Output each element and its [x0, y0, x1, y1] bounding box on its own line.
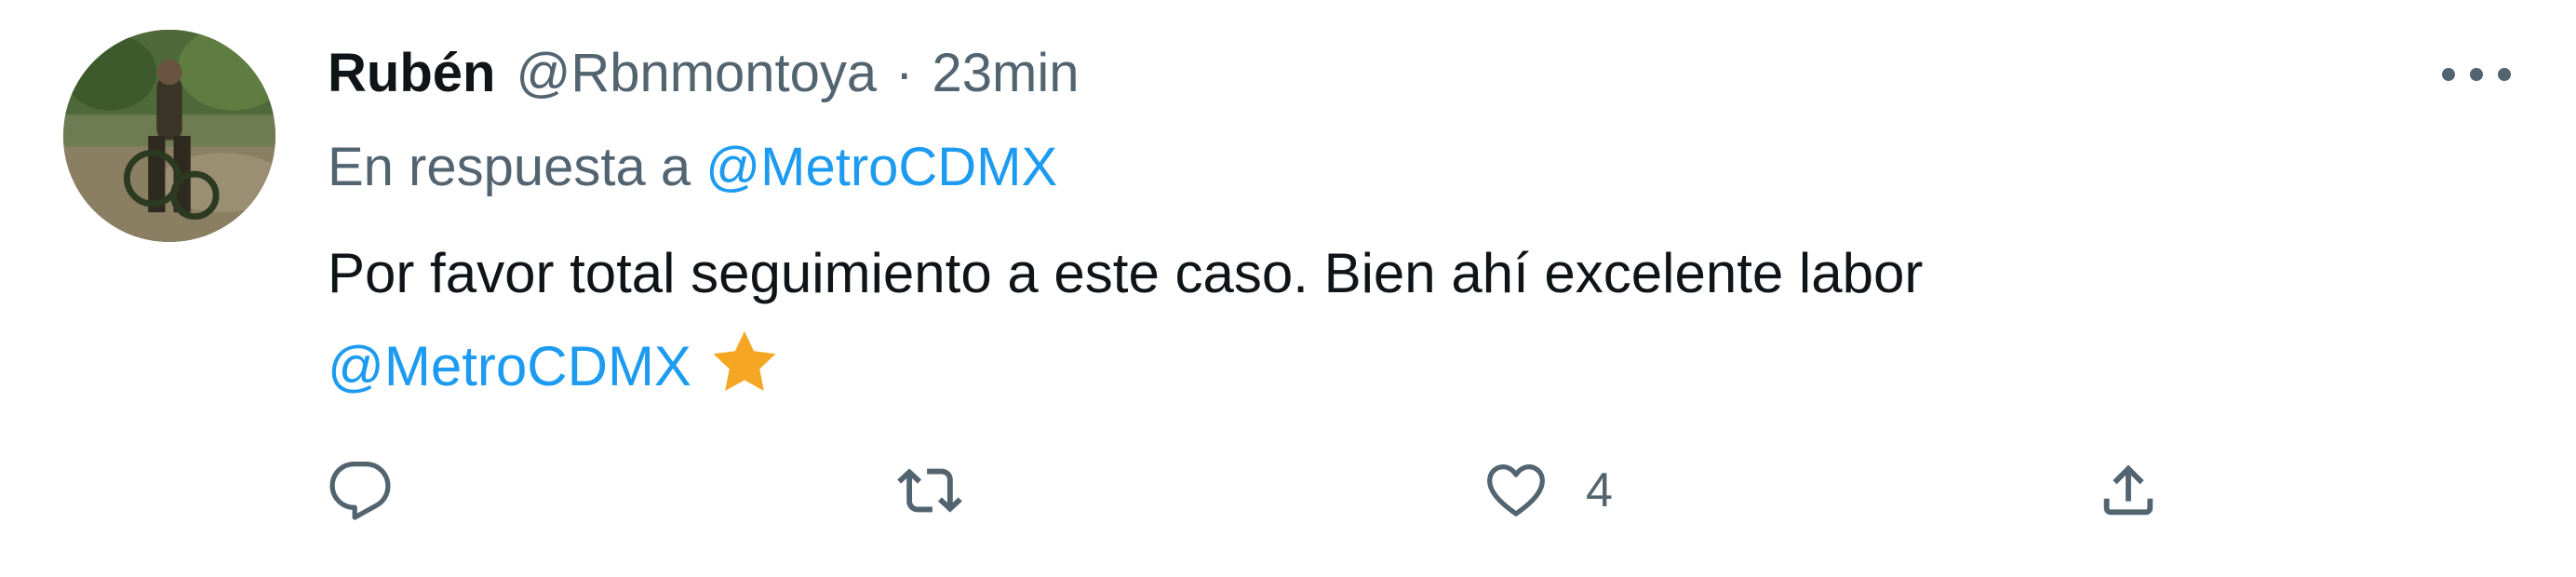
reply-button[interactable] — [328, 449, 430, 532]
display-name[interactable]: Rubén — [328, 42, 495, 104]
retweet-icon — [897, 468, 962, 513]
share-icon — [2103, 464, 2153, 516]
reply-prefix: En respuesta a — [328, 137, 691, 197]
share-button[interactable] — [2096, 449, 2198, 532]
heart-icon — [1487, 464, 1545, 517]
tweet-card[interactable]: Rubén @Rbnmontoya · 23min En respuesta a… — [0, 0, 2576, 577]
user-handle[interactable]: @Rbnmontoya — [516, 42, 877, 104]
action-bar: 4 — [328, 449, 2189, 532]
star-emoji-icon — [708, 326, 781, 398]
retweet-button[interactable] — [897, 449, 1000, 532]
avatar-photo — [63, 30, 275, 242]
more-options-button[interactable] — [2425, 45, 2528, 104]
tweet-header: Rubén @Rbnmontoya · 23min — [328, 35, 1079, 110]
reply-icon — [329, 461, 391, 520]
avatar[interactable] — [63, 30, 275, 242]
like-button[interactable]: 4 — [1483, 449, 1613, 532]
like-count: 4 — [1586, 463, 1613, 517]
tweet-text-line: Por favor total seguimiento a este caso.… — [328, 242, 1924, 304]
reply-mention-link[interactable]: @MetroCDMX — [705, 137, 1057, 197]
reply-context: En respuesta a @MetroCDMX — [328, 136, 1057, 198]
tweet-text: Por favor total seguimiento a este caso.… — [328, 227, 2468, 413]
mention-link[interactable]: @MetroCDMX — [328, 335, 691, 397]
timestamp[interactable]: 23min — [932, 42, 1080, 104]
tweet-text-line-2: @MetroCDMX — [328, 320, 2468, 413]
separator-dot: · — [895, 42, 914, 103]
more-icon — [2442, 68, 2511, 81]
